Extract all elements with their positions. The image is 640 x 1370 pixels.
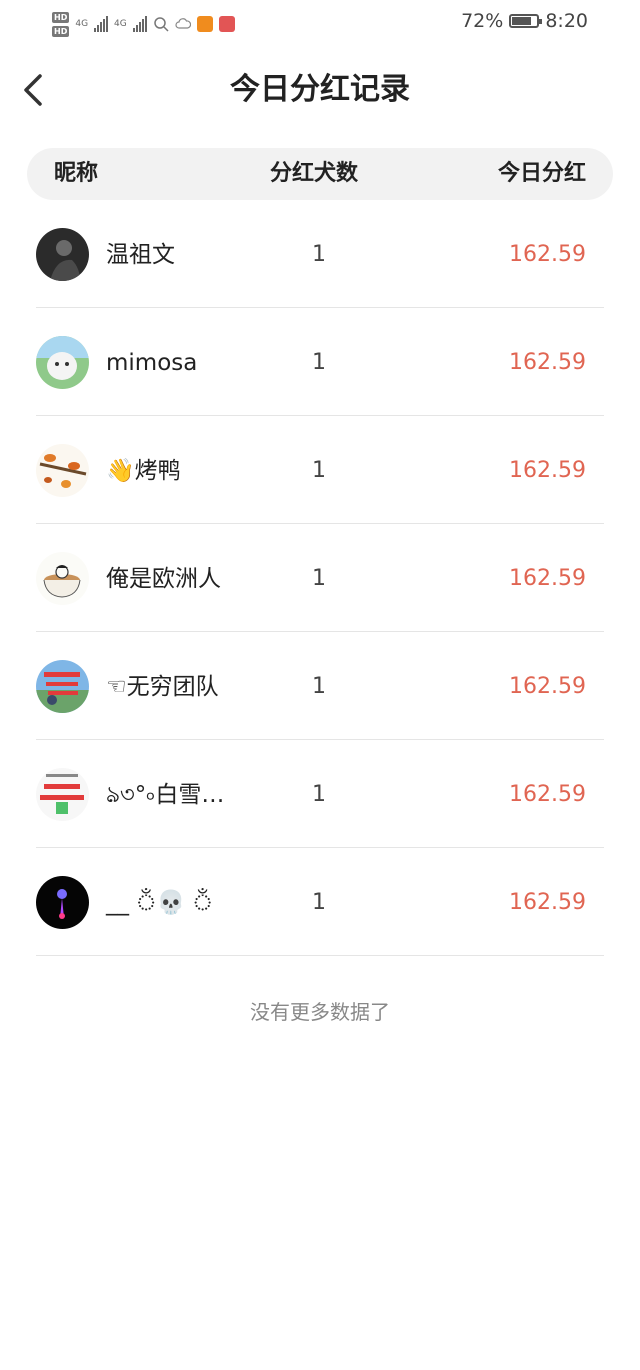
today-dividend: 162.59 (509, 782, 586, 807)
avatar (36, 660, 89, 713)
table-row[interactable]: mimosa 1 162.59 (0, 308, 640, 416)
avatar (36, 552, 89, 605)
avatar (36, 228, 89, 281)
status-left: HD HD 4G 4G (52, 6, 235, 42)
reader-app-icon (218, 16, 235, 32)
status-bar: HD HD 4G 4G 72% 8:20 (0, 0, 640, 48)
status-right: 72% 8:20 (461, 10, 588, 32)
cloud-icon (175, 18, 191, 29)
today-dividend: 162.59 (509, 350, 586, 375)
clock: 8:20 (545, 10, 588, 32)
nickname: ঌ৩°৹白雪… (106, 782, 225, 808)
video-app-icon (196, 16, 213, 32)
table-row[interactable]: 俺是欧洲人 1 162.59 (0, 524, 640, 632)
today-dividend: 162.59 (509, 458, 586, 483)
table-row[interactable]: ☜无穷团队 1 162.59 (0, 632, 640, 740)
dog-count: 1 (312, 242, 326, 267)
nickname: __ ঁ💀 ঁ (106, 890, 214, 916)
column-today-dividend: 今日分红 (497, 161, 586, 186)
signal-icon-2 (132, 16, 147, 32)
today-dividend: 162.59 (509, 674, 586, 699)
network-label: 4G (75, 19, 89, 29)
battery-icon (509, 14, 543, 28)
dog-count: 1 (312, 782, 326, 807)
table-row[interactable]: __ ঁ💀 ঁ 1 162.59 (0, 848, 640, 956)
no-more-data: 没有更多数据了 (250, 1000, 390, 1024)
nickname: 温祖文 (106, 242, 175, 268)
avatar (36, 768, 89, 821)
table-row[interactable]: 温祖文 1 162.59 (0, 200, 640, 308)
today-dividend: 162.59 (509, 242, 586, 267)
record-list: 温祖文 1 162.59 mimosa 1 162.59 👋烤鸭 1 162.5… (0, 200, 640, 956)
dog-count: 1 (312, 350, 326, 375)
page-title: 今日分红记录 (230, 72, 410, 107)
today-dividend: 162.59 (509, 566, 586, 591)
hd-icon: HD HD (52, 11, 70, 37)
dog-count: 1 (312, 890, 326, 915)
signal-icon (94, 16, 109, 32)
column-nickname: 昵称 (54, 161, 99, 186)
nickname: ☜无穷团队 (106, 674, 219, 700)
dog-count: 1 (312, 458, 326, 483)
column-count: 分红犬数 (270, 161, 359, 186)
dog-count: 1 (312, 674, 326, 699)
table-row[interactable]: 👋烤鸭 1 162.59 (0, 416, 640, 524)
dog-count: 1 (312, 566, 326, 591)
avatar (36, 336, 89, 389)
avatar (36, 876, 89, 929)
table-header: 昵称 分红犬数 今日分红 (27, 148, 613, 200)
network-label-2: 4G (114, 19, 127, 29)
nickname: 俺是欧洲人 (106, 566, 221, 592)
nickname: 👋烤鸭 (106, 458, 181, 484)
search-icon (154, 17, 169, 32)
table-row[interactable]: ঌ৩°৹白雪… 1 162.59 (0, 740, 640, 848)
avatar (36, 444, 89, 497)
battery-percent: 72% (461, 10, 504, 32)
nickname: mimosa (106, 350, 198, 376)
today-dividend: 162.59 (509, 890, 586, 915)
